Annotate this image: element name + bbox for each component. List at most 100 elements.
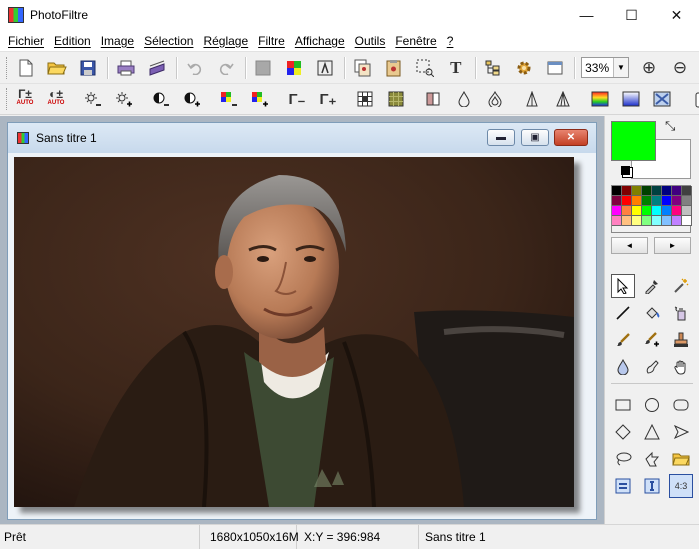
print-icon[interactable] [114, 56, 138, 80]
zoom-in-icon[interactable]: ⊕ [637, 56, 661, 80]
swap-colors-icon[interactable]: ⤡ [665, 118, 675, 134]
texture-icon[interactable] [650, 87, 674, 111]
palette-next-button[interactable]: ► [654, 237, 691, 254]
brightness-minus-icon[interactable] [81, 87, 105, 111]
palette-swatch[interactable] [642, 186, 652, 196]
copy-image-icon[interactable] [351, 56, 375, 80]
grayscale-icon[interactable] [251, 56, 275, 80]
foreground-color-swatch[interactable] [611, 121, 656, 161]
palette-swatch[interactable] [622, 216, 632, 226]
palette-swatch[interactable] [612, 216, 622, 226]
contrast-minus-icon[interactable] [149, 87, 173, 111]
brush-plus-icon[interactable] [640, 328, 664, 352]
palette-swatch[interactable] [682, 206, 692, 216]
zoom-out-icon[interactable]: ⊖ [668, 56, 692, 80]
menu-affichage[interactable]: Affichage [290, 34, 350, 48]
gamma-minus-icon[interactable]: Γ₋ [285, 87, 309, 111]
menu-filtre[interactable]: Filtre [253, 34, 290, 48]
palette-swatch[interactable] [642, 206, 652, 216]
rectangle-icon[interactable] [611, 393, 635, 417]
close-button[interactable]: ✕ [654, 0, 699, 30]
palette-swatch[interactable] [622, 186, 632, 196]
menu-reglage[interactable]: Réglage [198, 34, 253, 48]
polygon-icon[interactable] [640, 447, 664, 471]
menu-selection[interactable]: Sélection [139, 34, 198, 48]
doc-minimize-button[interactable]: ▬ [487, 129, 515, 146]
palette-swatch[interactable] [672, 196, 682, 206]
eyedropper-icon[interactable] [640, 274, 664, 298]
palette-swatch[interactable] [682, 186, 692, 196]
photo-canvas[interactable] [14, 157, 574, 507]
stamp-icon[interactable] [669, 328, 693, 352]
gamma-auto-icon[interactable]: Γ± AUTO [13, 87, 37, 111]
arrow-select-icon[interactable] [611, 274, 635, 298]
drop-blur-icon[interactable] [611, 355, 635, 379]
palette-swatch[interactable] [682, 196, 692, 206]
pyramid-outline-icon[interactable] [551, 87, 575, 111]
brush-icon[interactable] [611, 328, 635, 352]
brush-cut-icon[interactable] [687, 87, 699, 111]
magic-wand-icon[interactable] [669, 274, 693, 298]
line-icon[interactable] [611, 301, 635, 325]
palette-swatch[interactable] [622, 206, 632, 216]
menu-image[interactable]: Image [96, 34, 139, 48]
ellipse-icon[interactable] [640, 393, 664, 417]
palette-swatch[interactable] [632, 186, 642, 196]
open-folder-icon[interactable] [45, 56, 69, 80]
finger-smudge-icon[interactable] [640, 355, 664, 379]
palette-swatch[interactable] [612, 186, 622, 196]
saturation-plus-icon[interactable] [248, 87, 272, 111]
water-drop-icon[interactable] [452, 87, 476, 111]
pyramid-icon[interactable] [520, 87, 544, 111]
hand-pan-icon[interactable] [669, 355, 693, 379]
lasso-icon[interactable] [611, 447, 635, 471]
layers-icon[interactable] [481, 56, 505, 80]
chevron-down-icon[interactable]: ▼ [613, 58, 628, 77]
redo-icon[interactable] [214, 56, 238, 80]
palette-swatch[interactable] [672, 206, 682, 216]
menu-fichier[interactable]: Fichier [3, 34, 49, 48]
new-file-icon[interactable] [14, 56, 38, 80]
gamma-plus-icon[interactable]: Γ₊ [316, 87, 340, 111]
fill-mode-icon[interactable] [611, 474, 635, 498]
mask-icon[interactable] [313, 56, 337, 80]
minimize-button[interactable]: — [564, 0, 609, 30]
palette-swatch[interactable] [642, 216, 652, 226]
palette-swatch[interactable] [652, 206, 662, 216]
zoom-select[interactable]: 33% ▼ [581, 57, 629, 78]
palette-swatch[interactable] [662, 186, 672, 196]
contrast-auto-icon[interactable]: ◐± AUTO [44, 87, 68, 111]
palette-swatch[interactable] [682, 216, 692, 226]
ratio-icon[interactable]: 4:3 [669, 474, 693, 498]
palette-prev-button[interactable]: ◄ [611, 237, 648, 254]
menu-fenetre[interactable]: Fenêtre [390, 34, 441, 48]
undo-icon[interactable] [183, 56, 207, 80]
palette-swatch[interactable] [652, 216, 662, 226]
menu-edition[interactable]: Edition [49, 34, 96, 48]
palette-swatch[interactable] [672, 216, 682, 226]
arrow-shape-icon[interactable] [669, 420, 693, 444]
document-window[interactable]: Sans titre 1 ▬ ▣ ✕ [7, 122, 597, 520]
gradient-icon[interactable] [588, 87, 612, 111]
palette-swatch[interactable] [652, 196, 662, 206]
gradient-blue-icon[interactable] [619, 87, 643, 111]
text-icon[interactable]: T [444, 56, 468, 80]
spray-icon[interactable] [669, 301, 693, 325]
menu-help[interactable]: ? [442, 34, 459, 48]
contrast-plus-icon[interactable] [180, 87, 204, 111]
paste-image-icon[interactable] [382, 56, 406, 80]
doc-restore-button[interactable]: ▣ [521, 129, 549, 146]
sharpen-icon[interactable] [353, 87, 377, 111]
drops-icon[interactable] [483, 87, 507, 111]
emboss-icon[interactable] [384, 87, 408, 111]
document-titlebar[interactable]: Sans titre 1 ▬ ▣ ✕ [8, 123, 596, 153]
palette-swatch[interactable] [662, 196, 672, 206]
palette-swatch[interactable] [652, 186, 662, 196]
palette-swatch[interactable] [632, 216, 642, 226]
palette-swatch[interactable] [642, 196, 652, 206]
rounded-rect-icon[interactable] [669, 393, 693, 417]
rhombus-icon[interactable] [611, 420, 635, 444]
menu-outils[interactable]: Outils [350, 34, 391, 48]
selection-icon[interactable] [413, 56, 437, 80]
fill-bucket-icon[interactable] [640, 301, 664, 325]
